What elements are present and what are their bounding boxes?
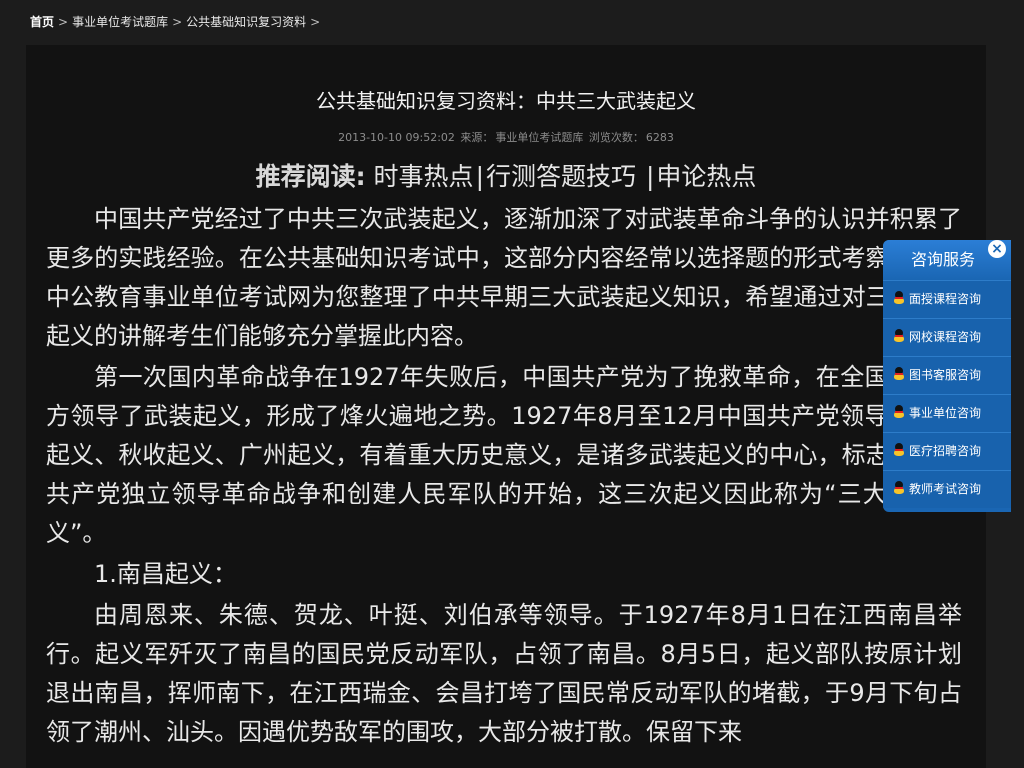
article-paragraph: 1.南昌起义： bbox=[94, 560, 237, 588]
breadcrumb-home-link[interactable]: 首页 bbox=[30, 15, 54, 29]
recommend-label: 推荐阅读: bbox=[255, 162, 366, 191]
qq-penguin-icon bbox=[893, 367, 905, 381]
recommend-link-essay-topics[interactable]: 申论热点 bbox=[656, 162, 756, 191]
breadcrumb-link-review-materials[interactable]: 公共基础知识复习资料 bbox=[186, 15, 306, 29]
consult-item-label: 教师考试咨询 bbox=[909, 482, 982, 496]
article-title: 公共基础知识复习资料：中共三大武装起义 bbox=[316, 89, 696, 113]
recommend-link-test-tips[interactable]: 行测答题技巧 bbox=[486, 162, 644, 191]
qq-penguin-icon bbox=[893, 291, 905, 305]
breadcrumb: 首页 > 事业单位考试题库 > 公共基础知识复习资料 > bbox=[30, 13, 324, 30]
close-icon[interactable]: × bbox=[988, 240, 1006, 258]
qq-penguin-icon bbox=[893, 481, 905, 495]
qq-penguin-icon bbox=[893, 329, 905, 343]
article-source-label: 来源： bbox=[460, 131, 494, 144]
consult-item-teacher-exam[interactable]: 教师考试咨询 bbox=[883, 470, 1011, 508]
breadcrumb-separator: > bbox=[310, 15, 321, 29]
consult-item-label: 图书客服咨询 bbox=[909, 368, 982, 382]
consult-item-public-institution[interactable]: 事业单位咨询 bbox=[883, 394, 1011, 432]
article-container: 公共基础知识复习资料：中共三大武装起义 2013-10-10 09:52:02 … bbox=[26, 45, 986, 768]
article-views-label: 浏览次数： bbox=[588, 131, 644, 144]
qq-penguin-icon bbox=[893, 443, 905, 457]
recommend-reading: 推荐阅读: 时事热点|行测答题技巧 |申论热点 bbox=[26, 157, 986, 193]
breadcrumb-separator: > bbox=[172, 15, 183, 29]
qq-penguin-icon bbox=[893, 405, 905, 419]
consult-item-online-course[interactable]: 网校课程咨询 bbox=[883, 318, 1011, 356]
article-body: 中国共产党经过了中共三次武装起义，逐渐加深了对武装革命斗争的认识并积累了更多的实… bbox=[46, 200, 962, 754]
consult-panel: 咨询服务 × 面授课程咨询 网校课程咨询 图书客服咨询 事业单位咨询 医疗招聘咨… bbox=[883, 240, 1011, 512]
recommend-divider: | bbox=[645, 162, 655, 191]
consult-item-label: 网校课程咨询 bbox=[909, 330, 982, 344]
article-meta: 2013-10-10 09:52:02 来源： 事业单位考试题库 浏览次数： 628… bbox=[26, 129, 986, 145]
consult-item-book-service[interactable]: 图书客服咨询 bbox=[883, 356, 1011, 394]
article-datetime: 2013-10-10 09:52:02 bbox=[338, 131, 455, 144]
article-views-count: 6283 bbox=[645, 131, 674, 144]
consult-item-inperson-course[interactable]: 面授课程咨询 bbox=[883, 280, 1011, 318]
article-source: 事业单位考试题库 bbox=[495, 131, 584, 144]
article-paragraph: 由周恩来、朱德、贺龙、叶挺、刘伯承等领导。于1927年8月1日在江西南昌举行。起… bbox=[46, 601, 962, 746]
consult-item-label: 事业单位咨询 bbox=[909, 406, 982, 420]
consult-item-label: 医疗招聘咨询 bbox=[909, 444, 982, 458]
article-paragraph: 中国共产党经过了中共三次武装起义，逐渐加深了对武装革命斗争的认识并积累了更多的实… bbox=[46, 205, 962, 350]
consult-item-label: 面授课程咨询 bbox=[909, 292, 982, 306]
recommend-divider: | bbox=[475, 162, 484, 191]
recommend-link-current-affairs[interactable]: 时事热点 bbox=[374, 162, 474, 191]
breadcrumb-separator: > bbox=[58, 15, 69, 29]
article-paragraph: 第一次国内革命战争在1927年失败后，中国共产党为了挽救革命，在全国许多地方领导… bbox=[46, 363, 962, 547]
consult-item-medical-recruitment[interactable]: 医疗招聘咨询 bbox=[883, 432, 1011, 470]
breadcrumb-link-exam-bank[interactable]: 事业单位考试题库 bbox=[72, 15, 168, 29]
